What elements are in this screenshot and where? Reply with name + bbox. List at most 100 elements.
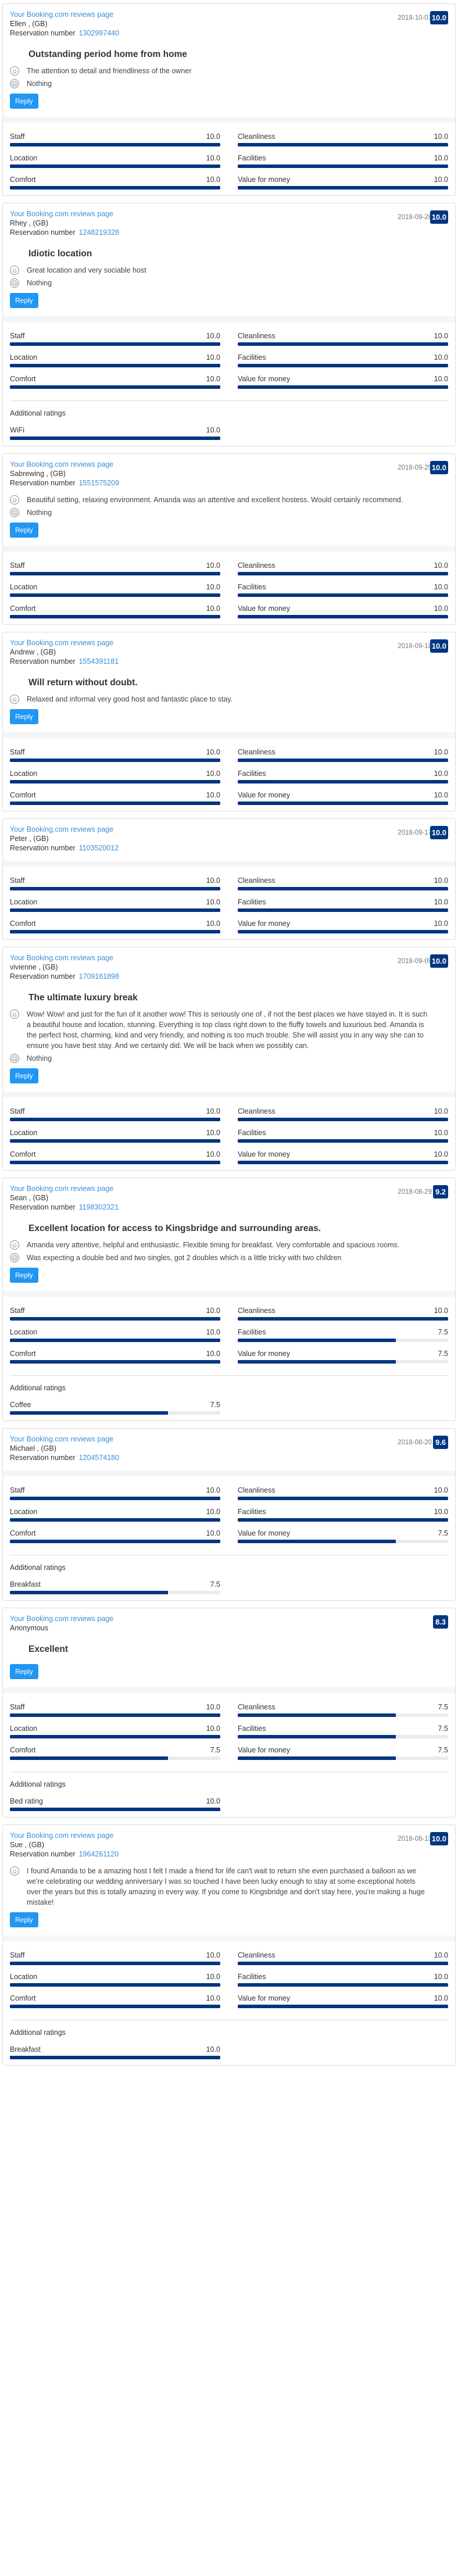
rating-bar-fill (238, 615, 448, 618)
rating-value: 10.0 (206, 770, 220, 778)
rating-row: Comfort 10.0 (10, 604, 220, 618)
reply-button[interactable]: Reply (10, 1912, 38, 1927)
rating-bar (238, 1962, 448, 1965)
rating-bar-fill (238, 1756, 396, 1760)
booking-reviews-link[interactable]: Your Booking.com reviews page (10, 825, 448, 834)
rating-bar-fill (10, 1713, 220, 1717)
reply-button[interactable]: Reply (10, 1268, 38, 1283)
rating-label: Facilities (238, 770, 266, 778)
reply-button[interactable]: Reply (10, 1068, 38, 1083)
reply-button[interactable]: Reply (10, 523, 38, 538)
additional-ratings: Additional ratings Coffee 7.5 (10, 1375, 448, 1415)
rating-bar (10, 802, 220, 805)
review-date: 2018-10-01 (398, 15, 432, 22)
rating-row: Cleanliness 10.0 (238, 1306, 448, 1321)
reply-button[interactable]: Reply (10, 94, 38, 109)
rating-bar-fill (10, 802, 220, 805)
reservation-number-link[interactable]: 1302997440 (79, 29, 120, 37)
rating-bar (10, 2005, 220, 2008)
reservation-number-link[interactable]: 1103520012 (79, 844, 119, 852)
reservation-label: Reservation number (10, 1203, 76, 1211)
rating-value: 7.5 (438, 1725, 448, 1733)
review-date: 2018-09-18 (398, 643, 432, 650)
reservation-number-link[interactable]: 1551575209 (79, 479, 120, 487)
review-comment: ☹ Was expecting a double bed and two sing… (10, 1253, 448, 1263)
guest-name: Sue , (GB) (10, 1841, 45, 1849)
rating-bar (10, 1962, 220, 1965)
rating-value: 10.0 (206, 176, 220, 184)
booking-reviews-link[interactable]: Your Booking.com reviews page (10, 460, 448, 469)
reply-button[interactable]: Reply (10, 1664, 38, 1679)
rating-bar (238, 143, 448, 146)
booking-reviews-link[interactable]: Your Booking.com reviews page (10, 1831, 448, 1840)
smile-icon: ☺ (10, 495, 19, 505)
additional-ratings: Additional ratings Breakfast 7.5 (10, 1555, 448, 1594)
rating-bar (10, 1756, 220, 1760)
rating-value: 10.0 (206, 353, 220, 362)
rating-bar (10, 1983, 220, 1987)
section-divider (3, 1935, 455, 1941)
rating-bar-fill (238, 1540, 396, 1543)
reservation-number-link[interactable]: 1709161898 (79, 972, 120, 981)
reservation-line: Reservation number 1302997440 (10, 28, 448, 38)
rating-value: 10.0 (206, 1797, 220, 1805)
rating-value: 10.0 (206, 332, 220, 340)
rating-label: Location (10, 1508, 38, 1516)
review-comment: ☹ Nothing (10, 507, 448, 518)
rating-row: Value for money 10.0 (238, 1994, 448, 2008)
reservation-number-link[interactable]: 1204574180 (79, 1454, 120, 1462)
rating-row: Value for money 10.0 (238, 1150, 448, 1164)
reply-button[interactable]: Reply (10, 293, 38, 308)
rating-value: 10.0 (206, 1350, 220, 1358)
booking-reviews-link[interactable]: Your Booking.com reviews page (10, 209, 448, 219)
rating-row: Comfort 10.0 (10, 175, 220, 189)
booking-reviews-link[interactable]: Your Booking.com reviews page (10, 1184, 448, 1193)
booking-reviews-link[interactable]: Your Booking.com reviews page (10, 1614, 448, 1623)
review-comment: ☹ Nothing (10, 78, 448, 89)
rating-value: 10.0 (206, 920, 220, 928)
additional-ratings-grid: Breakfast 7.5 (10, 1580, 448, 1594)
rating-bar (238, 1118, 448, 1121)
rating-value: 7.5 (210, 1580, 220, 1588)
rating-label: Facilities (238, 898, 266, 906)
booking-reviews-link[interactable]: Your Booking.com reviews page (10, 953, 448, 963)
rating-label: Facilities (238, 353, 266, 362)
reservation-number-link[interactable]: 1198302321 (79, 1203, 119, 1211)
rating-bar (238, 1518, 448, 1522)
reservation-number-link[interactable]: 1964261120 (79, 1850, 119, 1858)
reservation-line: Reservation number 1103520012 (10, 843, 448, 853)
rating-label: Value for money (238, 791, 291, 799)
booking-reviews-link[interactable]: Your Booking.com reviews page (10, 10, 448, 19)
review-date: 2018-08-13 (398, 1836, 432, 1842)
review-comments: ☺ Relaxed and informal very good host and… (10, 694, 448, 704)
additional-ratings-title: Additional ratings (10, 1780, 66, 1788)
reservation-number-link[interactable]: 1248219328 (79, 228, 120, 237)
rating-label: Staff (10, 1951, 25, 1959)
rating-label: Staff (10, 1703, 25, 1711)
ratings-grid: Staff 10.0 Cleanliness 10.0 Location 10.0 Faci… (10, 132, 448, 189)
booking-reviews-link[interactable]: Your Booking.com reviews page (10, 638, 448, 647)
rating-value: 10.0 (206, 1994, 220, 2002)
review-list: Your Booking.com reviews page Ellen , (G… (0, 3, 458, 2066)
additional-ratings: Additional ratings Breakfast 10.0 (10, 2020, 448, 2059)
review-title: Idiotic location (28, 249, 92, 259)
rating-value: 10.0 (206, 1951, 220, 1959)
rating-bar (238, 615, 448, 618)
booking-reviews-link[interactable]: Your Booking.com reviews page (10, 1434, 448, 1444)
rating-bar-fill (10, 164, 220, 168)
reply-button[interactable]: Reply (10, 709, 38, 724)
smile-icon: ☺ (10, 266, 19, 275)
rating-row: Facilities 10.0 (238, 1972, 448, 1987)
rating-bar (238, 1161, 448, 1164)
rating-label: Location (10, 770, 38, 778)
guest-name: Sean , (GB) (10, 1194, 48, 1202)
rating-bar-fill (10, 342, 220, 346)
rating-value: 10.0 (434, 375, 448, 383)
rating-bar (238, 930, 448, 933)
rating-row: Location 10.0 (10, 1972, 220, 1987)
reservation-number-link[interactable]: 1554391181 (79, 657, 119, 666)
rating-bar-fill (10, 1139, 220, 1143)
rating-value: 7.5 (210, 1746, 220, 1754)
reservation-line: Reservation number 1204574180 (10, 1453, 448, 1462)
rating-value: 7.5 (438, 1703, 448, 1711)
